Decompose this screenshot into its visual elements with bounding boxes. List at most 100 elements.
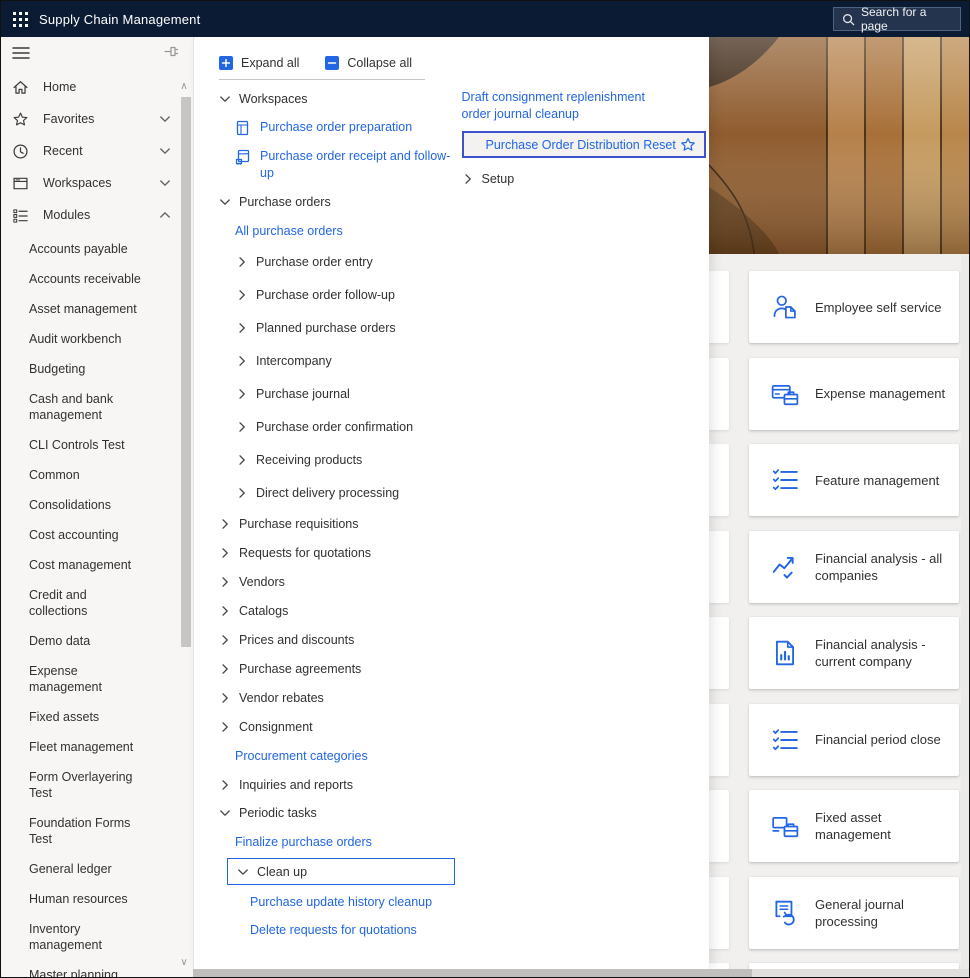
tile-fixed-asset-management[interactable]: Fixed asset management xyxy=(749,790,959,862)
tile-expense-management[interactable]: Expense management xyxy=(749,357,959,430)
pin-icon[interactable] xyxy=(164,45,179,58)
star-outline-icon[interactable] xyxy=(680,137,696,153)
menu-tree-column-1: Workspaces Purchase order preparation Purc… xyxy=(194,85,462,944)
tree-group-purchase-requisitions[interactable]: Purchase requisitions xyxy=(219,509,462,538)
sidebar-module-budgeting[interactable]: Budgeting xyxy=(1,354,171,384)
tree-group-consignment[interactable]: Consignment xyxy=(219,712,462,741)
menu-link-all-purchase-orders[interactable]: All purchase orders xyxy=(219,216,462,245)
tree-group-inquiries-and-reports[interactable]: Inquiries and reports xyxy=(219,770,462,799)
tile-feature-management[interactable]: Feature management xyxy=(749,444,959,516)
tile-financial-analysis-current-company[interactable]: Financial analysis - current company xyxy=(749,617,959,689)
tree-group-requests-for-quotations[interactable]: Requests for quotations xyxy=(219,538,462,567)
tree-node-label: Intercompany xyxy=(256,353,332,368)
dashboard-vertical-scrollbar[interactable] xyxy=(961,254,969,977)
partial-tile[interactable] xyxy=(709,444,729,516)
sidebar-module-credit-and-collections[interactable]: Credit and collections xyxy=(1,580,171,626)
tree-group-clean-up-focused[interactable]: Clean up xyxy=(227,858,455,885)
sidebar-module-fleet-management[interactable]: Fleet management xyxy=(1,732,171,762)
chevron-right-icon xyxy=(219,779,231,791)
sidebar-scroll-up-icon[interactable]: ∧ xyxy=(178,81,190,93)
menu-link-purchase-order-receipt-and-follow-up[interactable]: Purchase order receipt and follow-up xyxy=(219,142,462,188)
sidebar-module-inventory-management[interactable]: Inventory management xyxy=(1,914,171,960)
tree-group-setup[interactable]: Setup xyxy=(462,164,710,193)
tree-node-purchase-order-entry[interactable]: Purchase order entry xyxy=(219,245,462,278)
tile-general-journal-processing[interactable]: General journal processing xyxy=(749,876,959,949)
sidebar-item-recent[interactable]: Recent xyxy=(1,135,193,167)
chevron-right-icon xyxy=(236,256,248,268)
tree-group-purchase-agreements[interactable]: Purchase agreements xyxy=(219,654,462,683)
collapse-all-button[interactable]: Collapse all xyxy=(325,56,412,70)
top-navigation-bar: Supply Chain Management Search for a pag… xyxy=(1,1,969,37)
tree-group-periodic-tasks[interactable]: Periodic tasks xyxy=(219,799,462,827)
sidebar-item-home[interactable]: Home xyxy=(1,71,193,103)
hamburger-menu-icon[interactable] xyxy=(12,45,30,61)
partial-tile[interactable] xyxy=(709,703,729,776)
menu-link-finalize-purchase-orders[interactable]: Finalize purchase orders xyxy=(219,827,462,856)
checklist-icon xyxy=(771,466,799,494)
menu-link-purchase-order-preparation[interactable]: Purchase order preparation xyxy=(219,113,462,142)
tree-node-purchase-order-confirmation[interactable]: Purchase order confirmation xyxy=(219,410,462,443)
sidebar-module-expense-management[interactable]: Expense management xyxy=(1,656,171,702)
sidebar-module-cli-controls-test[interactable]: CLI Controls Test xyxy=(1,430,171,460)
sidebar-module-foundation-forms-test[interactable]: Foundation Forms Test xyxy=(1,808,171,854)
sidebar-module-consolidations[interactable]: Consolidations xyxy=(1,490,171,520)
expand-all-button[interactable]: Expand all xyxy=(219,56,299,70)
sidebar-module-cash-and-bank-management[interactable]: Cash and bank management xyxy=(1,384,171,430)
sidebar-scrollbar[interactable] xyxy=(181,97,191,647)
card-briefcase-icon xyxy=(771,380,799,408)
sidebar-module-cost-accounting[interactable]: Cost accounting xyxy=(1,520,171,550)
sidebar-module-general-ledger[interactable]: General ledger xyxy=(1,854,171,884)
tree-node-planned-purchase-orders[interactable]: Planned purchase orders xyxy=(219,311,462,344)
sidebar-item-modules[interactable]: Modules xyxy=(1,199,193,231)
partial-tile[interactable] xyxy=(709,271,729,343)
sidebar-item-favorites[interactable]: Favorites xyxy=(1,103,193,135)
sidebar-item-workspaces[interactable]: Workspaces xyxy=(1,167,193,199)
menu-link-draft-consignment-replenishment-order-journal-cleanup[interactable]: Draft consignment replenishment order jo… xyxy=(462,85,710,127)
tree-node-receiving-products[interactable]: Receiving products xyxy=(219,443,462,476)
page-search-box[interactable]: Search for a page xyxy=(833,5,961,33)
chevron-right-icon xyxy=(219,721,231,733)
tile-financial-analysis-all-companies[interactable]: Financial analysis - all companies xyxy=(749,530,959,603)
sidebar-module-form-overlayering-test[interactable]: Form Overlayering Test xyxy=(1,762,171,808)
tree-group-prices-and-discounts[interactable]: Prices and discounts xyxy=(219,625,462,654)
sidebar-scroll-down-icon[interactable]: ∨ xyxy=(178,957,190,969)
sidebar-module-common[interactable]: Common xyxy=(1,460,171,490)
partial-tile[interactable] xyxy=(709,357,729,430)
tree-node-purchase-order-follow-up[interactable]: Purchase order follow-up xyxy=(219,278,462,311)
sidebar-module-human-resources[interactable]: Human resources xyxy=(1,884,171,914)
sidebar-module-demo-data[interactable]: Demo data xyxy=(1,626,171,656)
tree-group-purchase-orders[interactable]: Purchase orders xyxy=(219,188,462,216)
partial-tile[interactable] xyxy=(709,790,729,862)
horizontal-scrollbar-thumb[interactable] xyxy=(193,969,752,977)
menu-link-purchase-order-distribution-reset-selected[interactable]: Purchase Order Distribution Reset xyxy=(461,131,706,158)
partial-tile[interactable] xyxy=(709,617,729,689)
tree-node-intercompany[interactable]: Intercompany xyxy=(219,344,462,377)
supply-chain-management-app: Supply Chain Management Search for a pag… xyxy=(0,0,970,978)
tree-group-workspaces[interactable]: Workspaces xyxy=(219,85,462,113)
sidebar-module-list: Accounts payable Accounts receivable Asset… xyxy=(1,234,193,977)
chevron-right-icon xyxy=(236,355,248,367)
tree-group-catalogs[interactable]: Catalogs xyxy=(219,596,462,625)
sidebar-module-asset-management[interactable]: Asset management xyxy=(1,294,171,324)
dashboard: Employee self service Expense management F… xyxy=(709,37,969,977)
chevron-right-icon xyxy=(236,388,248,400)
sidebar-module-master-planning[interactable]: Master planning xyxy=(1,960,171,977)
partial-tile[interactable] xyxy=(709,876,729,949)
sidebar-module-accounts-receivable[interactable]: Accounts receivable xyxy=(1,264,171,294)
tile-employee-self-service[interactable]: Employee self service xyxy=(749,271,959,343)
horizontal-scrollbar[interactable] xyxy=(193,969,969,977)
tile-financial-period-close[interactable]: Financial period close xyxy=(749,703,959,776)
sidebar-module-audit-workbench[interactable]: Audit workbench xyxy=(1,324,171,354)
tree-node-purchase-journal[interactable]: Purchase journal xyxy=(219,377,462,410)
menu-link-delete-requests-for-quotations[interactable]: Delete requests for quotations xyxy=(219,916,462,944)
tree-group-vendors[interactable]: Vendors xyxy=(219,567,462,596)
menu-link-purchase-update-history-cleanup[interactable]: Purchase update history cleanup xyxy=(219,888,462,916)
tree-group-vendor-rebates[interactable]: Vendor rebates xyxy=(219,683,462,712)
app-launcher-waffle-icon[interactable] xyxy=(10,9,30,29)
partial-tile[interactable] xyxy=(709,530,729,603)
menu-link-procurement-categories[interactable]: Procurement categories xyxy=(219,741,462,770)
sidebar-module-fixed-assets[interactable]: Fixed assets xyxy=(1,702,171,732)
sidebar-module-cost-management[interactable]: Cost management xyxy=(1,550,171,580)
sidebar-module-accounts-payable[interactable]: Accounts payable xyxy=(1,234,171,264)
tree-node-direct-delivery-processing[interactable]: Direct delivery processing xyxy=(219,476,462,509)
